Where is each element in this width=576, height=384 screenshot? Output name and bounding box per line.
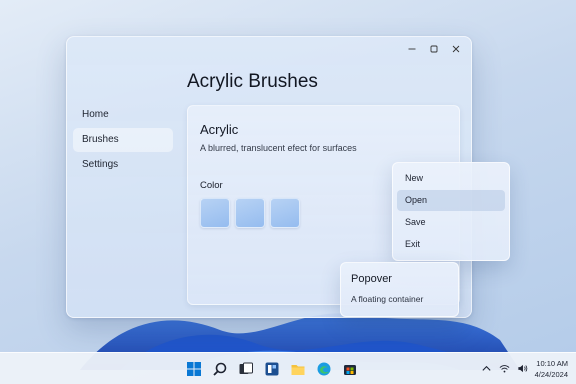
color-label: Color — [200, 180, 223, 191]
menu-item-new[interactable]: New — [397, 168, 505, 189]
color-swatch[interactable] — [235, 198, 265, 228]
minimize-icon[interactable] — [405, 43, 419, 55]
popover: Popover A floating container — [340, 262, 459, 317]
context-menu: New Open Save Exit — [392, 162, 510, 261]
menu-item-open[interactable]: Open — [397, 190, 505, 211]
windows-start-icon[interactable] — [184, 359, 204, 379]
task-view-icon[interactable] — [236, 359, 256, 379]
caption-buttons — [405, 43, 463, 55]
sidebar-item-home[interactable]: Home — [73, 103, 173, 127]
card-description: A blurred, translucent efect for surface… — [200, 143, 357, 153]
store-icon[interactable] — [340, 359, 360, 379]
card-title: Acrylic — [200, 122, 239, 137]
maximize-icon[interactable] — [427, 43, 441, 55]
volume-icon[interactable] — [516, 362, 528, 374]
close-icon[interactable] — [449, 43, 463, 55]
chevron-up-icon[interactable] — [480, 362, 492, 374]
system-tray — [480, 362, 528, 374]
edge-browser-icon[interactable] — [314, 359, 334, 379]
popover-title: Popover — [351, 273, 392, 285]
color-swatch[interactable] — [270, 198, 300, 228]
search-icon[interactable] — [210, 359, 230, 379]
taskbar-apps — [184, 359, 360, 379]
color-swatch[interactable] — [200, 198, 230, 228]
popover-description: A floating container — [351, 294, 424, 304]
sidebar-item-settings[interactable]: Settings — [73, 153, 173, 177]
wifi-icon[interactable] — [498, 362, 510, 374]
color-swatches — [200, 198, 300, 228]
file-explorer-icon[interactable] — [288, 359, 308, 379]
sidebar-nav: Home Brushes Settings — [73, 103, 173, 178]
widgets-icon[interactable] — [262, 359, 282, 379]
clock-date: 4/24/2024 — [534, 370, 568, 379]
menu-item-save[interactable]: Save — [397, 212, 505, 233]
clock-time: 10:10 AM — [536, 359, 568, 368]
taskbar: 10:10 AM 4/24/2024 — [0, 352, 576, 384]
page-title: Acrylic Brushes — [187, 71, 318, 92]
menu-item-exit[interactable]: Exit — [397, 234, 505, 255]
taskbar-clock[interactable]: 10:10 AM 4/24/2024 — [535, 358, 568, 380]
sidebar-item-brushes[interactable]: Brushes — [73, 128, 173, 152]
